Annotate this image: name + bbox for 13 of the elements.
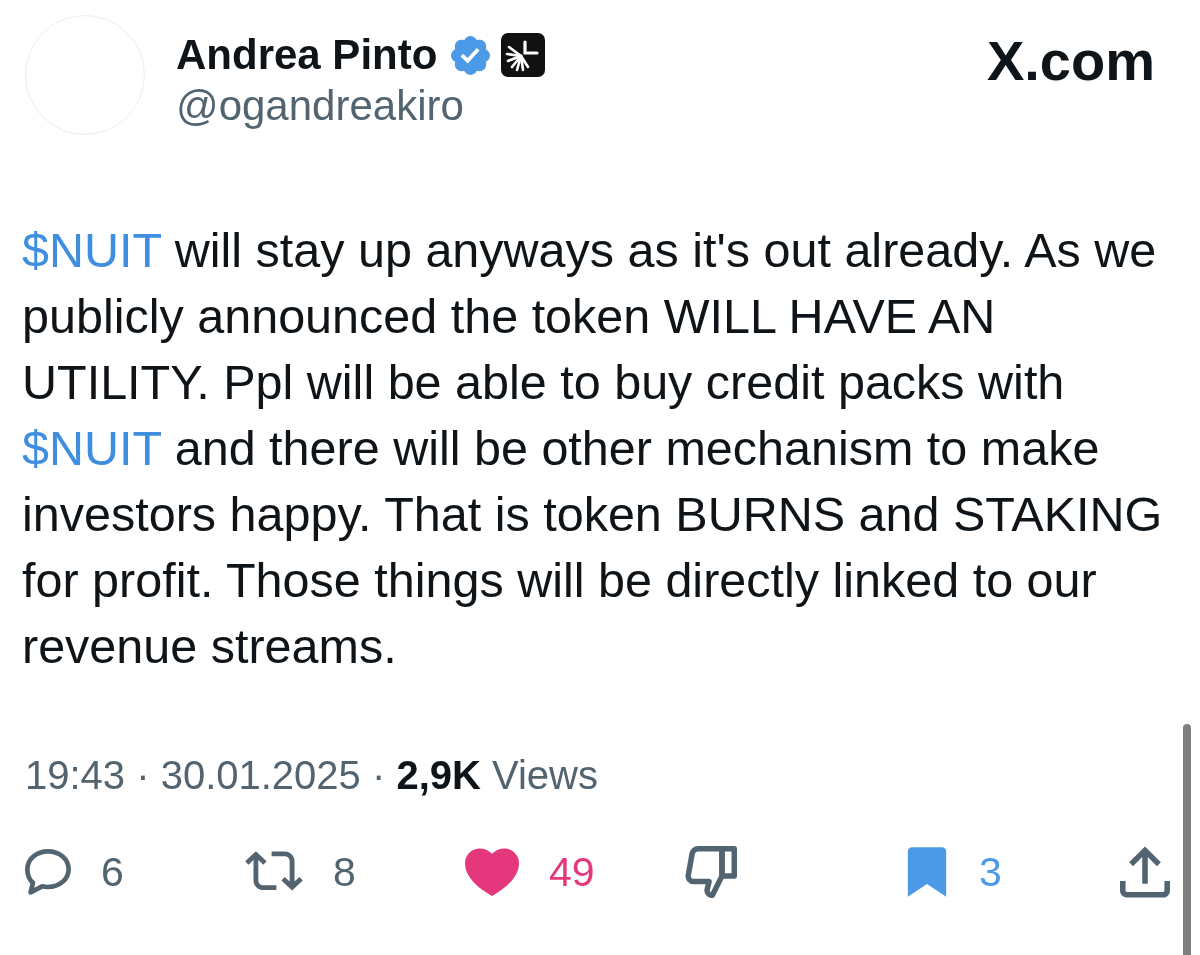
tweet-text: $NUIT will stay up anyways as it's out already. As we publicly announced the token WILL HAVE AN UTILITY. Ppl will be able to buy credit packs with $NUIT and there will be other mechanism to make investors happy. That is token BURNS and STAKING for profit. Those things will be directly linked to our revenue streams. <box>22 222 1163 675</box>
bookmark-button[interactable]: 3 <box>905 846 1002 898</box>
cashtag-link[interactable]: $NUIT <box>22 421 162 475</box>
tweet-metadata: 19:43 · 30.01.2025 · 2,9K Views <box>25 753 598 797</box>
author-handle: @ogandreakiro <box>176 84 465 128</box>
author-name: Andrea Pinto <box>176 32 438 78</box>
share-icon[interactable] <box>1120 846 1170 898</box>
repost-button[interactable]: 8 <box>245 850 356 894</box>
brand-name: X.com <box>986 33 1155 89</box>
thumbs-down-icon[interactable] <box>685 846 737 898</box>
reply-button[interactable]: 6 <box>25 849 124 895</box>
like-button[interactable]: 49 <box>465 847 595 897</box>
cashtag-link[interactable]: $NUIT <box>22 223 162 277</box>
